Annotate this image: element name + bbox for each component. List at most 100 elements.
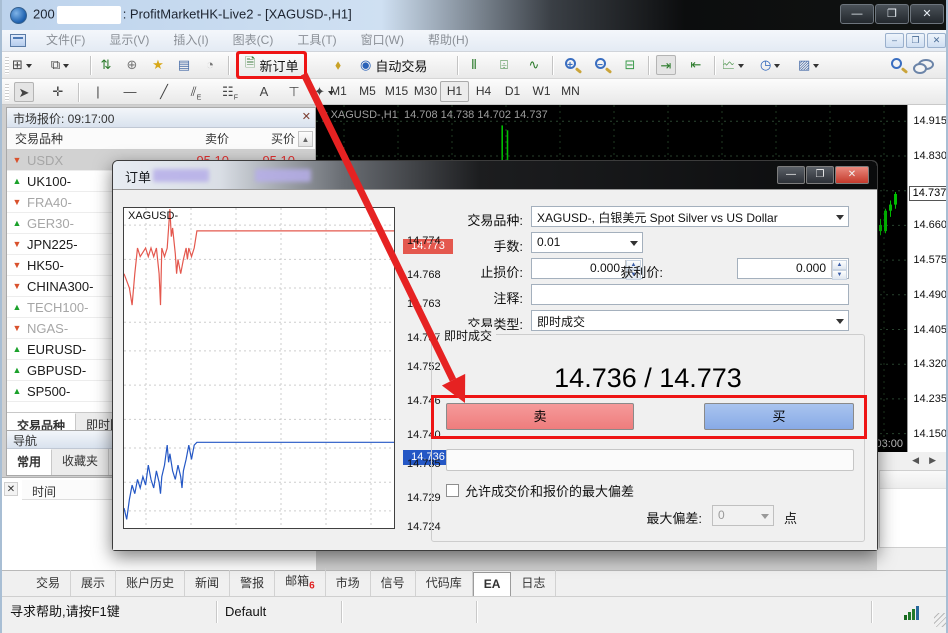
chat-icon[interactable] [916, 55, 936, 75]
dropdown-arrow-icon[interactable] [26, 64, 32, 68]
timeframe-button[interactable]: M15 [382, 81, 411, 102]
dropdown-arrow-icon[interactable] [774, 64, 780, 68]
close-button[interactable]: ✕ [910, 4, 944, 24]
comment-input[interactable] [531, 284, 849, 305]
navigator-tab[interactable]: 收藏夹 [52, 449, 109, 475]
scroll-left-icon[interactable]: ◀ [912, 455, 929, 465]
toolbar-grip[interactable] [5, 57, 9, 74]
cursor-tool-icon[interactable]: ➤ [14, 82, 34, 102]
menu-item[interactable]: 帮助(H) [416, 30, 481, 51]
dropdown-arrow-icon[interactable] [813, 64, 819, 68]
timeframe-button[interactable]: H4 [469, 81, 498, 102]
close-icon[interactable]: ✕ [4, 482, 18, 496]
fibonacci-tool-icon[interactable]: ☷F [220, 82, 240, 102]
menu-item[interactable]: 插入(I) [161, 30, 220, 51]
metaeditor-icon[interactable]: ⬧ [328, 55, 348, 75]
spinner-buttons[interactable]: ▲▼ [831, 260, 847, 277]
terminal-tab[interactable]: 信号 [371, 570, 416, 596]
dropdown-arrow-icon[interactable] [836, 215, 844, 220]
maximize-button[interactable]: ❐ [875, 4, 909, 24]
horizontal-line-tool-icon[interactable]: — [120, 82, 140, 102]
search-icon[interactable] [886, 55, 906, 75]
dialog-restore-button[interactable]: ❐ [806, 166, 834, 184]
deviation-checkbox[interactable] [446, 484, 459, 497]
price-scale-label: 14.660 [913, 219, 947, 231]
timeframe-button[interactable]: M1 [324, 81, 353, 102]
data-window-icon[interactable]: ⊕ [122, 55, 142, 75]
terminal-tab[interactable]: 日志 [511, 570, 556, 596]
menu-item[interactable]: 显示(V) [97, 30, 161, 51]
crosshair-tool-icon[interactable]: ✛ [48, 82, 68, 102]
navigator-icon[interactable]: ★ [148, 55, 168, 75]
menu-item[interactable]: 窗口(W) [349, 30, 416, 51]
dropdown-arrow-icon[interactable] [836, 319, 844, 324]
new-chart-icon[interactable]: ⊞ [12, 55, 32, 75]
zoom-in-icon[interactable]: + [560, 55, 580, 75]
tile-windows-icon[interactable]: ⊟ [620, 55, 640, 75]
timeframe-button[interactable]: H1 [440, 81, 469, 102]
profiles-icon[interactable]: ⧉ [50, 55, 70, 75]
vertical-line-tool-icon[interactable]: | [88, 82, 108, 102]
take-profit-input[interactable]: 0.000▲▼ [737, 258, 849, 279]
text-tool-icon[interactable]: A [254, 82, 274, 102]
order-dialog-titlebar[interactable]: 订单 — ❐ ✕ [113, 161, 877, 189]
terminal-tab[interactable]: 邮箱6 [275, 568, 326, 596]
trendline-tool-icon[interactable]: ╱ [154, 82, 174, 102]
timeframe-button[interactable]: MN [556, 81, 585, 102]
strategy-tester-icon[interactable]: ◔ [200, 55, 220, 75]
terminal-icon[interactable]: ▤ [174, 55, 194, 75]
menu-item[interactable]: 工具(T) [285, 30, 348, 51]
chart-shift-icon[interactable]: ⇤ [686, 55, 706, 75]
child-minimize-button[interactable]: – [885, 33, 904, 48]
child-close-button[interactable]: ✕ [927, 33, 946, 48]
scroll-up-icon[interactable]: ▲ [298, 131, 313, 147]
scroll-right-icon[interactable]: ▶ [929, 455, 946, 465]
terminal-tab[interactable]: 警报 [230, 570, 275, 596]
price-scale-label: 14.150 [913, 428, 947, 440]
order-dialog-body: XAGUSD- 14.773 14.736 14.77414.76814.763… [113, 189, 877, 550]
status-bar: 寻求帮助,请按F1键 Default [2, 596, 948, 629]
candlestick-chart-icon[interactable]: ⌹ [494, 55, 514, 75]
volume-select[interactable]: 0.01 [531, 232, 643, 253]
templates-icon[interactable]: ▨ [798, 55, 819, 75]
timeframe-button[interactable]: D1 [498, 81, 527, 102]
bar-chart-icon[interactable]: ⫴ [464, 55, 484, 75]
menu-item[interactable]: 图表(C) [221, 30, 286, 51]
symbol-select[interactable]: XAGUSD-, 白银美元 Spot Silver vs US Dollar [531, 206, 849, 227]
status-profile[interactable]: Default [217, 601, 342, 623]
close-icon[interactable]: ✕ [302, 110, 311, 123]
navigator-tab[interactable]: 常用 [7, 449, 52, 475]
terminal-tab[interactable]: 新闻 [185, 570, 230, 596]
dropdown-arrow-icon[interactable] [63, 64, 69, 68]
toolbar-grip[interactable] [5, 84, 9, 101]
timeframe-button[interactable]: M5 [353, 81, 382, 102]
dropdown-arrow-icon[interactable] [630, 241, 638, 246]
auto-trading-button[interactable]: ◉自动交易 [354, 54, 433, 76]
market-watch-icon[interactable]: ⇅ [96, 55, 116, 75]
timeframe-button[interactable]: M30 [411, 81, 440, 102]
new-order-button[interactable]: 🗎新订单 [239, 54, 304, 76]
terminal-tab[interactable]: 代码库 [416, 570, 473, 596]
text-label-tool-icon[interactable]: ⊤ [284, 82, 304, 102]
timeframe-button[interactable]: W1 [527, 81, 556, 102]
terminal-tab[interactable]: 交易 [26, 570, 71, 596]
child-restore-button[interactable]: ❐ [906, 33, 925, 48]
dialog-close-button[interactable]: ✕ [835, 166, 869, 184]
terminal-tab[interactable]: 展示 [71, 570, 116, 596]
auto-scroll-icon[interactable]: ⇥ [656, 55, 676, 75]
indicators-icon[interactable]: 🗠 [722, 55, 744, 75]
dropdown-arrow-icon[interactable] [738, 64, 744, 68]
resize-grip[interactable] [934, 613, 948, 627]
periods-icon[interactable]: ◷ [760, 55, 780, 75]
order-type-select[interactable]: 即时成交 [531, 310, 849, 331]
channel-tool-icon[interactable]: ⫽E [186, 82, 206, 102]
menu-item[interactable]: 文件(F) [34, 30, 97, 51]
minimize-button[interactable]: — [840, 4, 874, 24]
zoom-out-icon[interactable]: − [590, 55, 610, 75]
terminal-tab[interactable]: EA [473, 572, 512, 597]
terminal-tab[interactable]: 市场 [326, 570, 371, 596]
max-deviation-select[interactable]: 0 [712, 505, 774, 526]
line-chart-icon[interactable]: ∿ [524, 55, 544, 75]
dialog-minimize-button[interactable]: — [777, 166, 805, 184]
terminal-tab[interactable]: 账户历史 [116, 570, 185, 596]
